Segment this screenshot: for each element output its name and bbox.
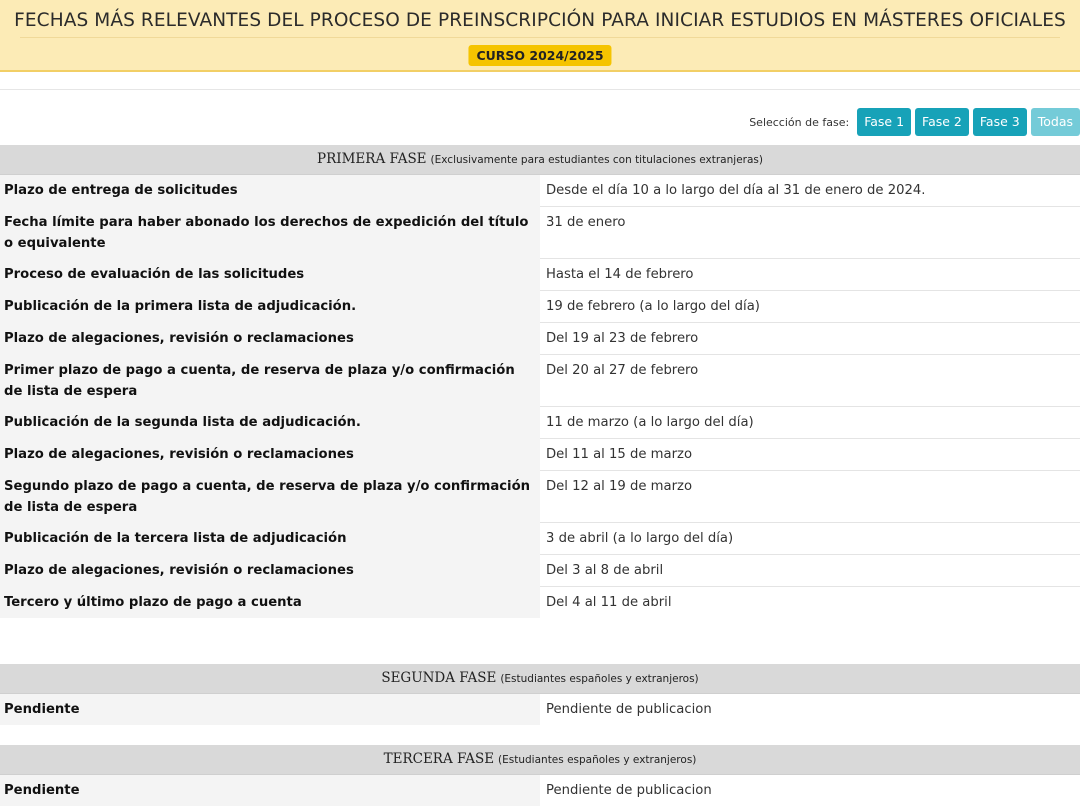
table-row: Proceso de evaluación de las solicitudes… bbox=[0, 259, 1080, 291]
table-row: Publicación de la segunda lista de adjud… bbox=[0, 407, 1080, 439]
row-value: 19 de febrero (a lo largo del día) bbox=[540, 291, 1080, 323]
phase-title: SEGUNDA FASE bbox=[381, 670, 496, 686]
phase-2-table: SEGUNDA FASE (Estudiantes españoles y ex… bbox=[0, 664, 1080, 725]
table-row: Plazo de alegaciones, revisión o reclama… bbox=[0, 323, 1080, 355]
phase-header: SEGUNDA FASE (Estudiantes españoles y ex… bbox=[0, 664, 1080, 694]
phase-selector-label: Selección de fase: bbox=[749, 116, 849, 129]
phase-title: TERCERA FASE bbox=[384, 751, 494, 767]
table-row: Segundo plazo de pago a cuenta, de reser… bbox=[0, 471, 1080, 523]
table-row: PendientePendiente de publicacion bbox=[0, 694, 1080, 726]
row-label: Plazo de alegaciones, revisión o reclama… bbox=[0, 323, 540, 355]
row-label: Proceso de evaluación de las solicitudes bbox=[0, 259, 540, 291]
row-label: Tercero y último plazo de pago a cuenta bbox=[0, 587, 540, 619]
phase-subtitle: (Estudiantes españoles y extranjeros) bbox=[500, 673, 698, 685]
phase-3-button[interactable]: Fase 3 bbox=[973, 108, 1027, 136]
row-label: Segundo plazo de pago a cuenta, de reser… bbox=[0, 471, 540, 523]
row-value: Del 4 al 11 de abril bbox=[540, 587, 1080, 619]
row-label: Publicación de la tercera lista de adjud… bbox=[0, 523, 540, 555]
table-row: PendientePendiente de publicacion bbox=[0, 775, 1080, 806]
page-header: FECHAS MÁS RELEVANTES DEL PROCESO DE PRE… bbox=[0, 0, 1080, 72]
row-value: Del 11 al 15 de marzo bbox=[540, 439, 1080, 471]
phase-1-button[interactable]: Fase 1 bbox=[857, 108, 911, 136]
row-value: Del 19 al 23 de febrero bbox=[540, 323, 1080, 355]
phase-subtitle: (Estudiantes españoles y extranjeros) bbox=[498, 754, 696, 766]
row-label: Plazo de alegaciones, revisión o reclama… bbox=[0, 555, 540, 587]
table-row: Plazo de entrega de solicitudesDesde el … bbox=[0, 175, 1080, 207]
row-value: 31 de enero bbox=[540, 207, 1080, 259]
row-value: 11 de marzo (a lo largo del día) bbox=[540, 407, 1080, 439]
row-value: Desde el día 10 a lo largo del día al 31… bbox=[540, 175, 1080, 207]
phase-1-table: PRIMERA FASE (Exclusivamente para estudi… bbox=[0, 145, 1080, 618]
row-value: Hasta el 14 de febrero bbox=[540, 259, 1080, 291]
row-value: 3 de abril (a lo largo del día) bbox=[540, 523, 1080, 555]
phase-header: PRIMERA FASE (Exclusivamente para estudi… bbox=[0, 145, 1080, 175]
header-divider bbox=[20, 37, 1060, 38]
phase-subtitle: (Exclusivamente para estudiantes con tit… bbox=[431, 154, 763, 166]
row-label: Primer plazo de pago a cuenta, de reserv… bbox=[0, 355, 540, 407]
row-value: Pendiente de publicacion bbox=[540, 694, 1080, 726]
table-row: Primer plazo de pago a cuenta, de reserv… bbox=[0, 355, 1080, 407]
table-row: Publicación de la tercera lista de adjud… bbox=[0, 523, 1080, 555]
table-row: Plazo de alegaciones, revisión o reclama… bbox=[0, 555, 1080, 587]
row-label: Pendiente bbox=[0, 694, 540, 726]
all-phases-button[interactable]: Todas bbox=[1031, 108, 1080, 136]
row-label: Fecha límite para haber abonado los dere… bbox=[0, 207, 540, 259]
phase-header: TERCERA FASE (Estudiantes españoles y ex… bbox=[0, 745, 1080, 775]
row-value: Del 3 al 8 de abril bbox=[540, 555, 1080, 587]
table-row: Tercero y último plazo de pago a cuentaD… bbox=[0, 587, 1080, 619]
course-badge: CURSO 2024/2025 bbox=[468, 45, 611, 66]
table-row: Fecha límite para haber abonado los dere… bbox=[0, 207, 1080, 259]
phase-selector: Selección de fase: Fase 1 Fase 2 Fase 3 … bbox=[749, 108, 1080, 136]
row-label: Publicación de la segunda lista de adjud… bbox=[0, 407, 540, 439]
table-row: Plazo de alegaciones, revisión o reclama… bbox=[0, 439, 1080, 471]
phase-2-button[interactable]: Fase 2 bbox=[915, 108, 969, 136]
row-label: Pendiente bbox=[0, 775, 540, 806]
phase-title: PRIMERA FASE bbox=[317, 151, 427, 167]
row-label: Plazo de alegaciones, revisión o reclama… bbox=[0, 439, 540, 471]
divider bbox=[0, 89, 1080, 90]
row-value: Del 20 al 27 de febrero bbox=[540, 355, 1080, 407]
page-title: FECHAS MÁS RELEVANTES DEL PROCESO DE PRE… bbox=[0, 10, 1080, 31]
row-label: Publicación de la primera lista de adjud… bbox=[0, 291, 540, 323]
phase-3-table: TERCERA FASE (Estudiantes españoles y ex… bbox=[0, 745, 1080, 806]
row-value: Pendiente de publicacion bbox=[540, 775, 1080, 806]
table-row: Publicación de la primera lista de adjud… bbox=[0, 291, 1080, 323]
row-value: Del 12 al 19 de marzo bbox=[540, 471, 1080, 523]
row-label: Plazo de entrega de solicitudes bbox=[0, 175, 540, 207]
